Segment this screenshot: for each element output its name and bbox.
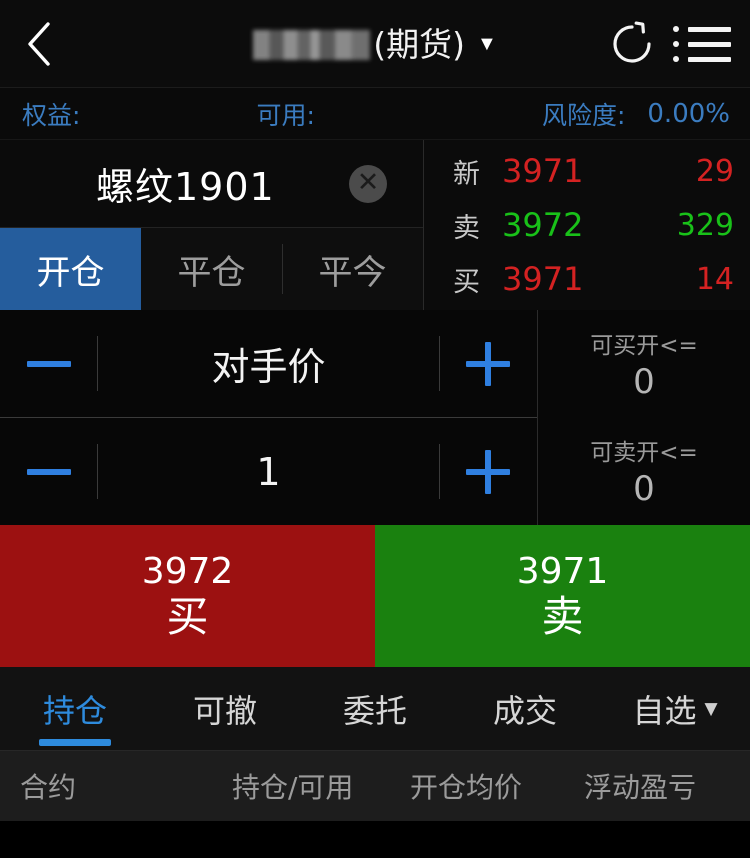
quote-volume-bid: 14 bbox=[695, 261, 734, 297]
tab-close-today[interactable]: 平今 bbox=[282, 228, 423, 310]
available-label: 可用: bbox=[256, 100, 315, 130]
buy-price: 3972 bbox=[141, 551, 234, 593]
equity-value-masked bbox=[86, 102, 138, 126]
equity-label: 权益: bbox=[22, 100, 81, 130]
max-buy-open-value: 0 bbox=[633, 361, 655, 402]
quantity-decrement-button[interactable] bbox=[0, 418, 98, 525]
chevron-down-icon: ▼ bbox=[476, 33, 497, 55]
available-value-masked bbox=[321, 102, 367, 126]
risk-value: 0.00% bbox=[647, 98, 730, 129]
account-name-masked bbox=[253, 30, 371, 60]
tab-open-position-label: 开仓 bbox=[36, 252, 105, 293]
tab-close-today-label: 平今 bbox=[318, 252, 387, 293]
contract-panel: 螺纹1901 ✕ 开仓 平仓 平今 bbox=[0, 140, 424, 310]
quote-label-last: 新 bbox=[453, 158, 480, 190]
back-button[interactable] bbox=[0, 0, 78, 88]
price-decrement-button[interactable] bbox=[0, 310, 98, 417]
chevron-left-icon bbox=[28, 21, 50, 66]
quantity-increment-button[interactable] bbox=[439, 418, 537, 525]
quote-label-bid: 买 bbox=[453, 266, 480, 298]
quantity-stepper: 1 bbox=[0, 417, 537, 525]
column-position-available: 持仓/可用 bbox=[232, 771, 354, 804]
sell-button[interactable]: 3971 卖 bbox=[375, 525, 750, 667]
chevron-down-icon: ▼ bbox=[704, 698, 718, 719]
refresh-button[interactable] bbox=[600, 0, 664, 88]
contract-name[interactable]: 螺纹1901 bbox=[96, 156, 275, 211]
tab-cancelable[interactable]: 可撤 bbox=[150, 667, 300, 750]
minus-icon bbox=[27, 468, 71, 475]
title-suffix: (期货) bbox=[373, 24, 465, 64]
plus-icon bbox=[466, 449, 510, 494]
column-avg-open-price: 开仓均价 bbox=[410, 771, 523, 804]
max-buy-open-label: 可买开<= bbox=[590, 332, 698, 359]
order-entry-section: 对手价 1 可买开<= 0 可卖开<= 0 bbox=[0, 310, 750, 525]
tab-holdings-label: 持仓 bbox=[42, 691, 107, 730]
list-menu-icon bbox=[673, 26, 731, 62]
buy-button[interactable]: 3972 买 bbox=[0, 525, 375, 667]
limits-panel: 可买开<= 0 可卖开<= 0 bbox=[538, 310, 750, 525]
quote-price-ask: 3972 bbox=[502, 206, 584, 244]
tab-watchlist-label: 自选 bbox=[632, 691, 697, 730]
quote-price-bid: 3971 bbox=[502, 260, 584, 298]
refresh-icon bbox=[613, 21, 651, 63]
max-sell-open-value: 0 bbox=[633, 469, 655, 510]
tab-orders[interactable]: 委托 bbox=[300, 667, 450, 750]
title-actions bbox=[600, 0, 750, 88]
quantity-input[interactable]: 1 bbox=[98, 450, 439, 494]
quote-row-bid[interactable]: 买 3971 14 bbox=[424, 252, 750, 306]
column-floating-pnl: 浮动盈亏 bbox=[584, 771, 697, 804]
max-sell-open: 可卖开<= 0 bbox=[538, 418, 750, 526]
available-field: 可用: bbox=[256, 96, 366, 132]
minus-icon bbox=[27, 360, 71, 367]
buy-label: 买 bbox=[166, 591, 209, 641]
tab-open-position[interactable]: 开仓 bbox=[0, 228, 141, 310]
contract-input-row[interactable]: 螺纹1901 ✕ bbox=[0, 140, 423, 228]
tab-trades[interactable]: 成交 bbox=[450, 667, 600, 750]
quote-volume-ask: 329 bbox=[676, 207, 734, 243]
quote-row-last[interactable]: 新 3971 29 bbox=[424, 144, 750, 198]
max-sell-open-label: 可卖开<= bbox=[590, 440, 698, 467]
quote-label-ask: 卖 bbox=[453, 212, 480, 244]
contract-quote-section: 螺纹1901 ✕ 开仓 平仓 平今 新 3971 29 卖 3972 329 买… bbox=[0, 140, 750, 310]
tab-orders-label: 委托 bbox=[342, 691, 407, 730]
title-bar: (期货) ▼ bbox=[0, 0, 750, 88]
sell-label: 卖 bbox=[541, 591, 584, 641]
menu-button[interactable] bbox=[670, 0, 734, 88]
open-close-tabs: 开仓 平仓 平今 bbox=[0, 228, 423, 310]
trading-app: (期货) ▼ 权益: 可用: 风险度: 0.00% 螺纹1901 ✕ 开仓 平仓… bbox=[0, 0, 750, 858]
quote-volume-last: 29 bbox=[695, 153, 734, 189]
sell-price: 3971 bbox=[516, 551, 609, 593]
quote-price-last: 3971 bbox=[502, 152, 584, 190]
holdings-table-body bbox=[0, 821, 750, 858]
price-input[interactable]: 对手价 bbox=[98, 336, 439, 391]
tab-close-position-label: 平仓 bbox=[177, 252, 246, 293]
price-increment-button[interactable] bbox=[439, 310, 537, 417]
risk-field: 风险度: 0.00% bbox=[542, 96, 730, 132]
close-circle-icon[interactable]: ✕ bbox=[349, 164, 387, 203]
holdings-table-header: 合约 持仓/可用 开仓均价 浮动盈亏 bbox=[0, 751, 750, 821]
quote-panel[interactable]: 新 3971 29 卖 3972 329 买 3971 14 bbox=[424, 140, 750, 310]
price-stepper: 对手价 bbox=[0, 310, 537, 417]
tab-close-position[interactable]: 平仓 bbox=[141, 228, 282, 310]
quote-row-ask[interactable]: 卖 3972 329 bbox=[424, 198, 750, 252]
equity-field: 权益: bbox=[22, 96, 138, 132]
tab-cancelable-label: 可撤 bbox=[192, 691, 257, 730]
column-contract: 合约 bbox=[20, 771, 77, 804]
trade-buttons: 3972 买 3971 卖 bbox=[0, 525, 750, 667]
account-summary-bar: 权益: 可用: 风险度: 0.00% bbox=[0, 88, 750, 140]
plus-icon bbox=[466, 341, 510, 386]
risk-label: 风险度: bbox=[541, 100, 626, 130]
bottom-tab-bar: 持仓 可撤 委托 成交 自选 ▼ bbox=[0, 667, 750, 751]
max-buy-open: 可买开<= 0 bbox=[538, 310, 750, 418]
steppers: 对手价 1 bbox=[0, 310, 538, 525]
tab-watchlist[interactable]: 自选 ▼ bbox=[600, 667, 750, 750]
tab-trades-label: 成交 bbox=[492, 691, 557, 730]
tab-holdings[interactable]: 持仓 bbox=[0, 667, 150, 750]
